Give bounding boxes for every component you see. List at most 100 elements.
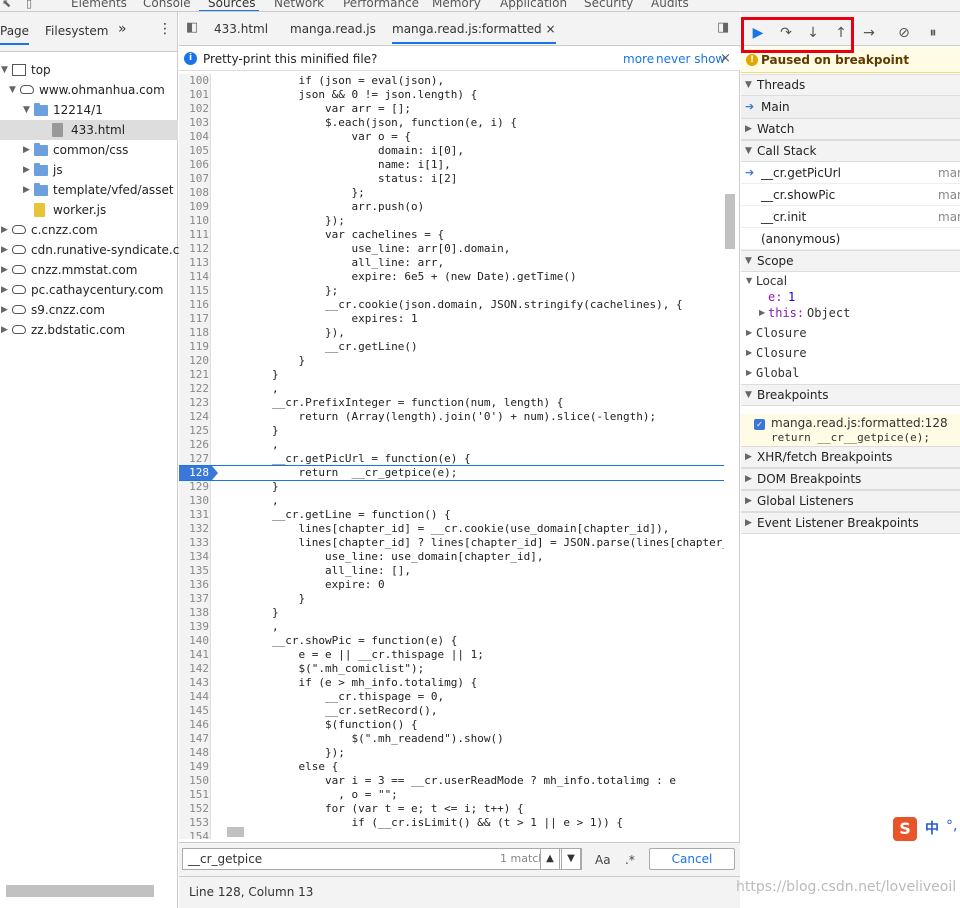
line-number[interactable]: 138 [179, 606, 209, 620]
line-number[interactable]: 101 [179, 88, 209, 102]
line-number[interactable]: 123 [179, 396, 209, 410]
toggle-debugger-icon[interactable]: ◨ [717, 20, 729, 35]
line-number[interactable]: 150 [179, 774, 209, 788]
line-number[interactable]: 113 [179, 256, 209, 270]
line-number[interactable]: 140 [179, 634, 209, 648]
infobar-more-link[interactable]: more [623, 47, 654, 71]
line-number[interactable]: 111 [179, 228, 209, 242]
tab-performance[interactable]: Performance [343, 0, 419, 10]
section-event-listener-breakpoints[interactable]: ▶ Event Listener Breakpoints [741, 512, 960, 534]
ime-chinese-mode[interactable]: 中 [925, 818, 939, 838]
toggle-navigator-icon[interactable]: ◧ [186, 20, 198, 35]
line-number[interactable]: 103 [179, 116, 209, 130]
line-number[interactable]: 151 [179, 788, 209, 802]
line-number[interactable]: 122 [179, 382, 209, 396]
line-number[interactable]: 146 [179, 718, 209, 732]
regex-toggle[interactable]: .* [625, 853, 635, 867]
tab-page[interactable]: Page [0, 24, 30, 45]
call-frame-location[interactable]: man [938, 184, 960, 206]
editor-tab-433-html[interactable]: 433.html [214, 22, 268, 36]
line-number[interactable]: 115 [179, 284, 209, 298]
navigator-scrollbar[interactable] [6, 885, 154, 897]
line-number[interactable]: 129 [179, 480, 209, 494]
line-number[interactable]: 125 [179, 424, 209, 438]
tree-item[interactable]: ▶ cnzz.mmstat.com [0, 260, 178, 280]
line-number[interactable]: 106 [179, 158, 209, 172]
section-xhr-breakpoints[interactable]: ▶ XHR/fetch Breakpoints [741, 446, 960, 468]
ime-toolbar[interactable]: S 中 °, [891, 815, 960, 843]
line-number[interactable]: 116 [179, 298, 209, 312]
code-vertical-scrollbar[interactable] [725, 194, 735, 249]
line-number[interactable]: 141 [179, 648, 209, 662]
section-global-listeners[interactable]: ▶ Global Listeners [741, 490, 960, 512]
line-number[interactable]: 143 [179, 676, 209, 690]
call-frame[interactable]: __cr.showPic man [741, 184, 960, 206]
line-number[interactable]: 102 [179, 102, 209, 116]
line-number[interactable]: 131 [179, 508, 209, 522]
line-number[interactable]: 133 [179, 536, 209, 550]
breakpoint-checkbox[interactable]: ✓ [754, 419, 765, 430]
thread-main[interactable]: ➔ Main [741, 96, 960, 118]
line-number[interactable]: 130 [179, 494, 209, 508]
tree-item[interactable]: ▼ 12214/1 [0, 100, 178, 120]
scope-closure-1[interactable]: ▶ Closure [741, 324, 960, 342]
collapse-triangle-icon[interactable]: ▶ [23, 180, 33, 200]
breakpoint-marker[interactable]: 128 [179, 466, 218, 480]
line-number[interactable]: 112 [179, 242, 209, 256]
collapse-triangle-icon[interactable]: ▶ [1, 240, 11, 260]
close-infobar-icon[interactable]: × [720, 47, 731, 71]
line-number[interactable]: 121 [179, 368, 209, 382]
line-number[interactable]: 153 [179, 816, 209, 830]
line-number[interactable]: 107 [179, 172, 209, 186]
search-cancel-button[interactable]: Cancel [649, 848, 735, 870]
line-number[interactable]: 135 [179, 564, 209, 578]
line-number[interactable]: 142 [179, 662, 209, 676]
tree-item[interactable]: ▶ cdn.runative-syndicate.co [0, 240, 187, 260]
tab-memory[interactable]: Memory [432, 0, 481, 10]
collapse-triangle-icon[interactable]: ▶ [23, 140, 33, 160]
line-number[interactable]: 144 [179, 690, 209, 704]
line-number[interactable]: 136 [179, 578, 209, 592]
line-number[interactable]: 100 [179, 74, 209, 88]
line-number[interactable]: 126 [179, 438, 209, 452]
device-toolbar-icon[interactable]: ▯ [26, 0, 40, 11]
line-number[interactable]: 147 [179, 732, 209, 746]
search-input[interactable]: __cr_getpice 1 match [182, 848, 582, 870]
tree-item[interactable]: 433.html [0, 120, 178, 140]
search-next-button[interactable]: ▼ [561, 848, 581, 870]
code-view[interactable]: 100 101 102 103 104 105 106 107 108 109 110 111 112 1… [179, 74, 724, 839]
tree-item[interactable]: ▶ s9.cnzz.com [0, 300, 178, 320]
line-number[interactable]: 108 [179, 186, 209, 200]
tree-item[interactable]: ▶ js [0, 160, 178, 180]
deactivate-breakpoints-icon[interactable]: ⊘ [896, 25, 912, 41]
pause-on-exceptions-icon[interactable]: ⏸ [925, 25, 941, 41]
tree-item[interactable]: ▼ top [0, 60, 178, 80]
line-number[interactable]: 148 [179, 746, 209, 760]
tree-item[interactable]: ▶ pc.cathaycentury.com [0, 280, 178, 300]
tab-security[interactable]: Security [584, 0, 633, 10]
line-number[interactable]: 114 [179, 270, 209, 284]
call-frame[interactable]: __cr.init man [741, 206, 960, 228]
line-number[interactable]: 104 [179, 130, 209, 144]
tree-item[interactable]: ▶ c.cnzz.com [0, 220, 178, 240]
collapse-triangle-icon[interactable]: ▶ [23, 160, 33, 180]
line-number[interactable]: 119 [179, 340, 209, 354]
line-number[interactable]: 110 [179, 214, 209, 228]
line-number[interactable]: 132 [179, 522, 209, 536]
line-number[interactable]: 127 [179, 452, 209, 466]
collapse-triangle-icon[interactable]: ▶ [1, 280, 11, 300]
tab-elements[interactable]: Elements [71, 0, 127, 10]
expand-triangle-icon[interactable]: ▼ [1, 60, 11, 80]
step-icon[interactable]: → [861, 25, 877, 41]
call-frame[interactable]: (anonymous) [741, 228, 960, 250]
collapse-triangle-icon[interactable]: ▶ [1, 320, 11, 340]
tree-item[interactable]: ▼ www.ohmanhua.com [0, 80, 178, 100]
section-call-stack[interactable]: ▼ Call Stack [741, 140, 960, 162]
tab-sources[interactable]: Sources [208, 0, 255, 10]
collapse-triangle-icon[interactable]: ▶ [1, 300, 11, 320]
expand-triangle-icon[interactable]: ▼ [9, 80, 19, 100]
line-number[interactable]: 118 [179, 326, 209, 340]
section-scope[interactable]: ▼ Scope [741, 250, 960, 272]
line-number[interactable]: 152 [179, 802, 209, 816]
kebab-menu-icon[interactable]: ⋮ [158, 21, 172, 37]
